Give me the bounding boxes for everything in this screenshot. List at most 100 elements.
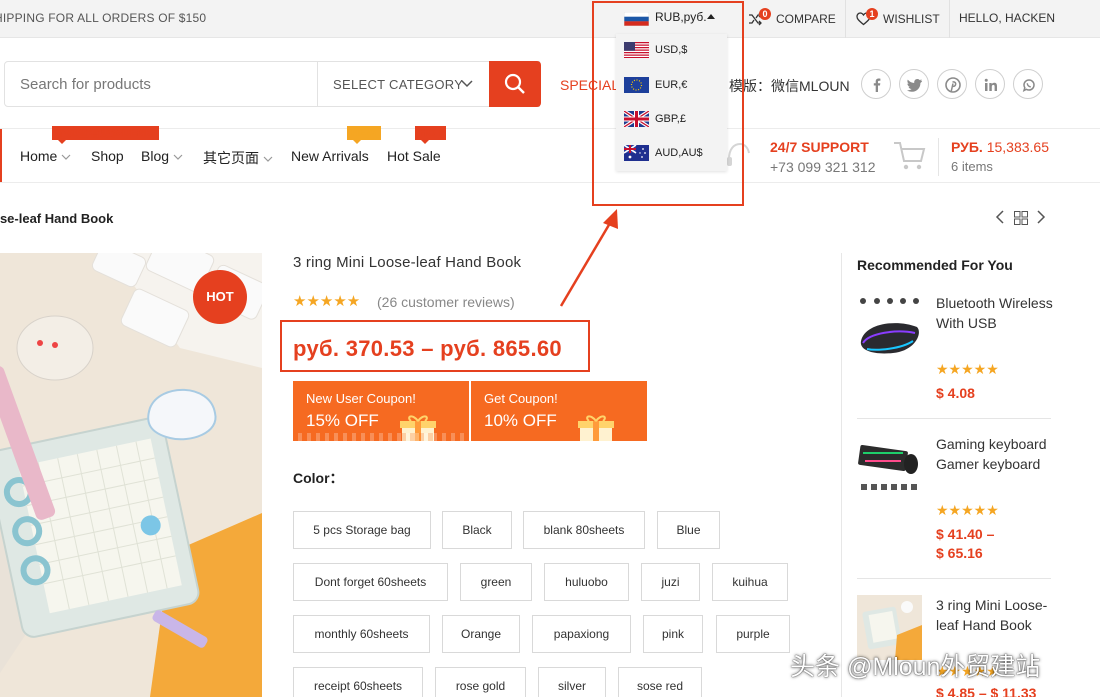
annotation-arrow [559,209,618,307]
coupon-edge [293,433,469,441]
nav-item-home[interactable]: Home [20,148,71,164]
chevron-right-icon[interactable] [1036,210,1046,224]
coupon-card[interactable]: Get Coupon! 10% OFF [471,381,647,441]
color-swatch[interactable]: Blue [657,511,720,549]
facebook-icon[interactable] [861,69,891,99]
review-count-link[interactable]: (26 customer reviews) [377,294,515,310]
rating-stars: ★★★★★ [936,361,999,377]
grid-icon[interactable] [1014,211,1028,225]
nav-item-label: Shop [91,148,124,164]
color-swatch[interactable]: blank 80sheets [523,511,645,549]
divider [845,0,846,38]
divider [949,0,950,38]
recommended-price: $ 4.08 [936,385,975,401]
category-select-label: SELECT CATEGORY [333,77,464,92]
nav-item-label: Home [20,148,58,164]
recommended-product-name[interactable]: Gaming keyboard Gamer keyboard [936,434,1054,474]
recommended-price-max: $ 65.16 [936,545,983,561]
recommended-price: $ 41.40 – [936,526,995,542]
coupon-value: 10% OFF [484,411,557,430]
whatsapp-icon[interactable] [1013,69,1043,99]
support-phone[interactable]: +73 099 321 312 [770,159,876,175]
color-swatch[interactable]: silver [538,667,606,697]
coupon-value: 15% OFF [306,411,379,430]
nav-item-blog[interactable]: Blog [141,148,183,164]
wishlist-label: WISHLIST [883,12,940,26]
nav-item-new-arrivals[interactable]: New Arrivals [291,148,369,164]
color-swatch[interactable]: monthly 60sheets [293,615,430,653]
color-swatch[interactable]: rose gold [435,667,526,697]
color-swatch[interactable]: pink [643,615,703,653]
template-wechat-text: 模版：微信MLOUN [729,78,850,94]
color-swatch[interactable]: juzi [641,563,700,601]
support-title: 24/7 SUPPORT [770,139,869,155]
twitter-icon[interactable] [899,69,929,99]
search-icon [504,73,525,94]
wishlist-link[interactable]: 1 WISHLIST [856,8,944,30]
new-tag: NEW [347,126,381,144]
compare-link[interactable]: 0 COMPARE [748,8,838,30]
nav-item-label: Hot Sale [387,148,441,164]
color-swatch[interactable]: sose red [618,667,702,697]
coupon-title: New User Coupon! [306,391,416,406]
rating-stars: ★★★★★ [936,502,999,518]
nav-item-hot-sale[interactable]: Hot Sale [387,148,441,164]
wishlist-count-badge: 1 [866,8,878,20]
color-swatch[interactable]: purple [716,615,790,653]
color-swatch[interactable]: Orange [442,615,520,653]
product-title: 3 ring Mini Loose-leaf Hand Book [293,254,522,271]
accent-bar [0,129,2,182]
nav-item-label: Blog [141,148,170,164]
color-swatch[interactable]: green [460,563,532,601]
color-swatch[interactable]: kuihua [712,563,788,601]
account-greeting[interactable]: HELLO, HACKEN [959,11,1055,25]
coupon-card[interactable]: New User Coupon! 15% OFF [293,381,469,441]
compare-label: COMPARE [776,12,836,26]
chevron-down-icon [61,154,71,161]
divider [857,578,1051,579]
nav-item-label: 其它页面 [203,150,259,166]
recommended-product-name[interactable]: Bluetooth Wireless With USB [936,293,1054,333]
hot-badge: HOT [193,270,247,324]
color-swatch[interactable]: 5 pcs Storage bag [293,511,431,549]
annotation-box [592,1,744,206]
color-swatch[interactable]: Black [442,511,512,549]
recommended-thumbnail[interactable] [857,293,922,358]
linkedin-icon[interactable] [975,69,1005,99]
divider [0,128,1100,129]
shipping-notice: HIPPING FOR ALL ORDERS OF $150 [0,11,207,25]
recommended-thumbnail[interactable] [857,434,922,499]
cart-amount: 15,383.65 [986,139,1050,155]
hot-tag: HOT [415,126,447,144]
recommended-title: Recommended For You [857,257,1013,273]
demo-tag: 下拉查看更多DEMO [52,126,159,144]
color-swatch[interactable]: receipt 60sheets [293,667,423,697]
chevron-down-icon [263,156,273,163]
cart-icon[interactable] [893,141,927,171]
watermark: 头条 @Mloun外贸建站 [790,653,1041,681]
rating-stars: ★★★★★ [293,293,361,310]
cart-total[interactable]: РУБ. 15,383.65 [951,139,1049,155]
color-swatch[interactable]: papaxiong [532,615,631,653]
divider [938,138,939,176]
pinterest-icon[interactable] [937,69,967,99]
recommended-price: $ 4.85 – $ 11.33 [936,685,1037,697]
recommended-product-name[interactable]: 3 ring Mini Loose-leaf Hand Book [936,595,1054,635]
color-label: Color： [293,470,344,486]
coupon-title: Get Coupon! [484,391,558,406]
color-swatch[interactable]: huluobo [544,563,629,601]
compare-count-badge: 0 [759,8,771,20]
nav-item-shop[interactable]: Shop [91,148,124,164]
color-swatch[interactable]: Dont forget 60sheets [293,563,448,601]
nav-item-other-pages[interactable]: 其它页面 [203,148,273,168]
chevron-down-icon [461,80,473,88]
breadcrumb: ose-leaf Hand Book [0,211,114,226]
nav-item-label: New Arrivals [291,148,369,164]
search-button[interactable] [489,61,541,107]
product-price: руб. 370.53 – руб. 865.60 [293,336,562,361]
chevron-left-icon[interactable] [995,210,1005,224]
search-bar: SELECT CATEGORY [4,61,541,107]
search-input[interactable] [5,62,317,106]
category-select[interactable]: SELECT CATEGORY [317,62,489,106]
top-bar: HIPPING FOR ALL ORDERS OF $150 RUB,руб. … [0,0,1100,38]
